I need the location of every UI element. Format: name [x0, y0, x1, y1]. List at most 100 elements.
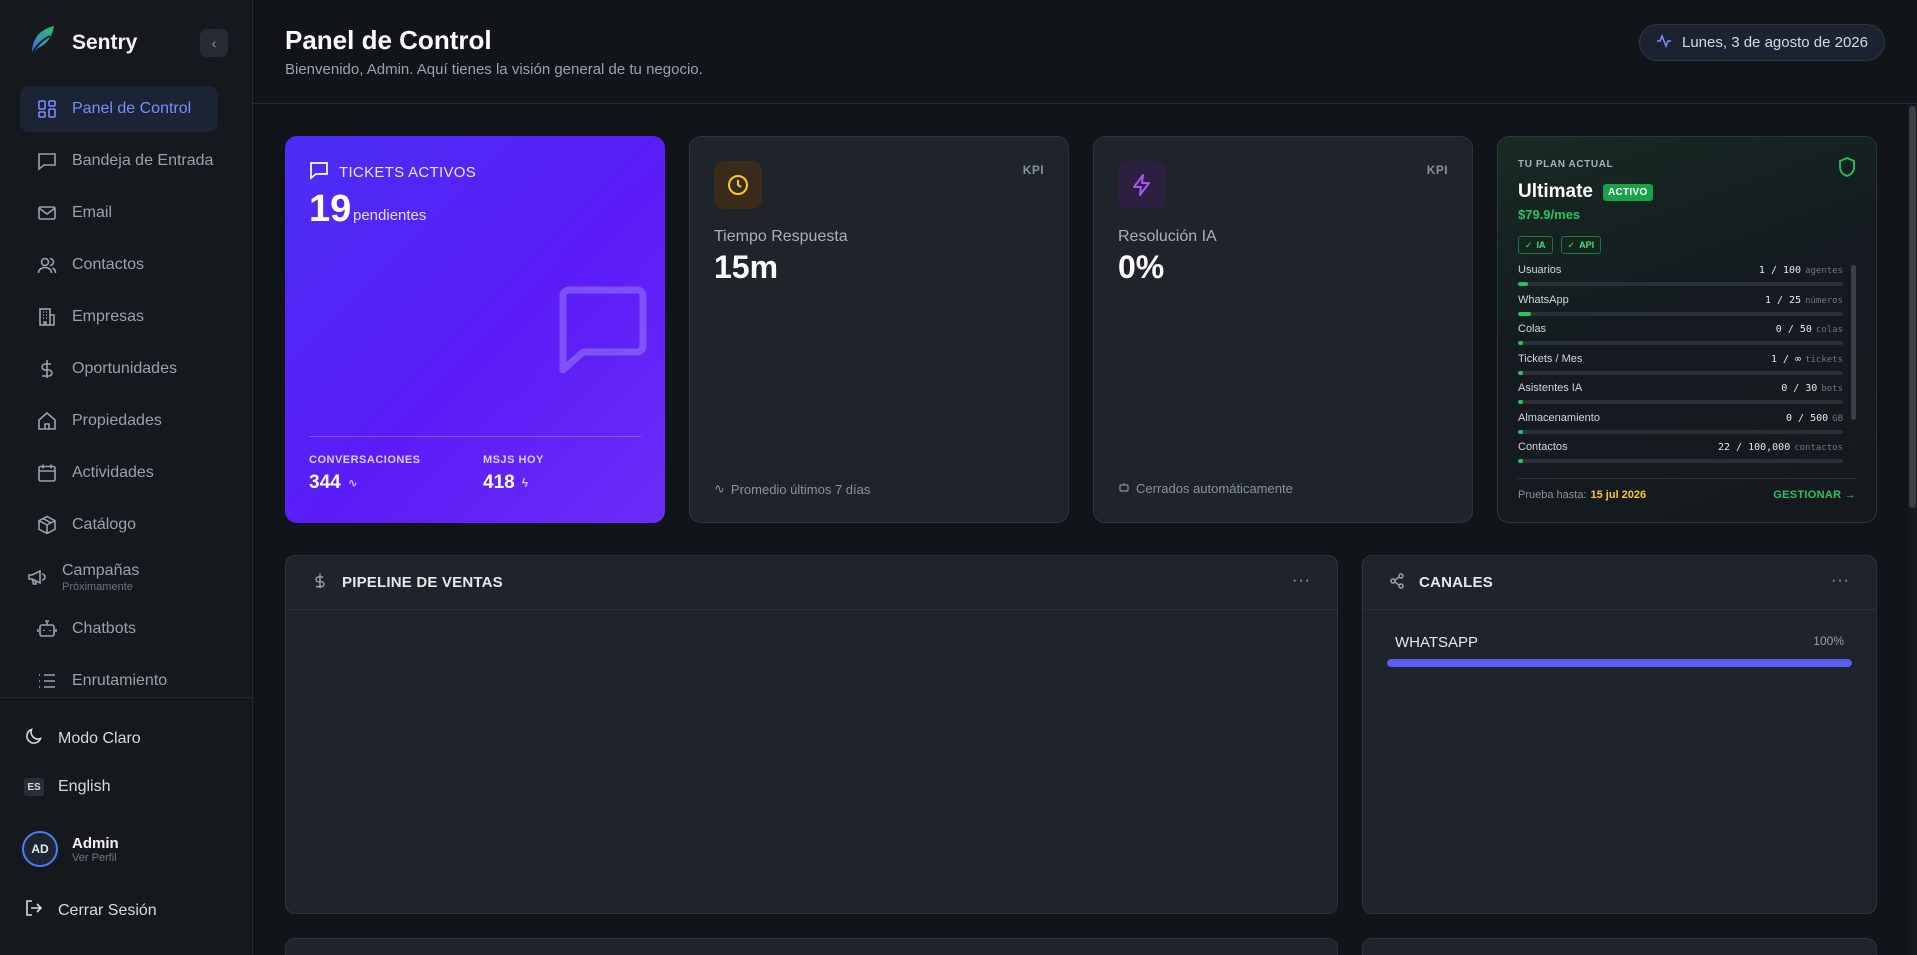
- manage-plan-link[interactable]: GESTIONAR →: [1773, 489, 1856, 501]
- kpi-badge: KPI: [1426, 163, 1448, 177]
- page-header: Panel de Control Bienvenido, Admin. Aquí…: [253, 0, 1917, 104]
- usage-label: WhatsApp: [1518, 293, 1569, 306]
- user-info: Admin Ver Perfil: [72, 835, 119, 864]
- usage-value: 0 / 30 bots: [1781, 383, 1843, 394]
- tickets-card[interactable]: TICKETS ACTIVOS 19 pendientes CONVERSACI…: [285, 136, 665, 523]
- sidebar-item-panel-de-control[interactable]: Panel de Control: [20, 86, 218, 132]
- status-badge: ACTIVO: [1602, 183, 1653, 201]
- home-icon: [36, 410, 58, 432]
- usage-value: 0 / 50 colas: [1776, 324, 1843, 335]
- language-toggle-button[interactable]: ES English: [24, 778, 110, 796]
- sidebar-item-campanas[interactable]: Campañas Próximamente: [20, 554, 218, 600]
- sidebar-item-label: Oportunidades: [72, 360, 177, 377]
- kpi-value: 0%: [1118, 249, 1165, 285]
- bot-icon: [36, 618, 58, 640]
- panel-title: CANALES: [1419, 574, 1493, 591]
- sidebar-nav: Panel de Control Bandeja de Entrada Emai…: [20, 86, 218, 710]
- brand[interactable]: Sentry: [28, 24, 137, 61]
- more-menu-button[interactable]: ···: [1831, 572, 1850, 590]
- kpi-card-response-time[interactable]: KPI Tiempo Respuesta 15m ∿ Promedio últi…: [689, 136, 1069, 523]
- activity-icon: ∿: [714, 481, 725, 496]
- language-code: ES: [24, 778, 44, 796]
- usage-count: 0 / 50: [1775, 324, 1812, 335]
- sidebar-item-empresas[interactable]: Empresas: [20, 294, 218, 340]
- usage-header: Contactos 22 / 100,000 contactos: [1518, 441, 1843, 453]
- sidebar-item-email[interactable]: Email: [20, 190, 218, 236]
- usage-label: Asistentes IA: [1518, 382, 1583, 394]
- feature-tag: ✓ API: [1560, 236, 1602, 254]
- usage-progress-fill: [1518, 282, 1528, 286]
- usage-header: Asistentes IA 0 / 30 bots: [1518, 382, 1843, 394]
- usage-label: Almacenamiento: [1518, 411, 1600, 424]
- view-profile-link[interactable]: Ver Perfil: [72, 852, 119, 864]
- user-profile[interactable]: AD Admin Ver Perfil: [22, 831, 119, 867]
- users-icon: [36, 254, 58, 276]
- trial-label: Prueba hasta:: [1518, 489, 1587, 501]
- usage-list[interactable]: Usuarios 1 / 100 agentes WhatsApp 1 / 25 núme…: [1518, 264, 1843, 471]
- calendar-icon: [36, 462, 58, 484]
- sidebar-item-propiedades[interactable]: Propiedades: [20, 398, 218, 444]
- usage-header: Almacenamiento 0 / 500 GB: [1518, 412, 1843, 424]
- panel-header: CANALES: [1363, 556, 1876, 610]
- feature-tag: ✓ IA: [1518, 236, 1553, 254]
- plan-card: TU PLAN ACTUAL Ultimate ACTIVO $79.9/mes…: [1497, 136, 1877, 523]
- plan-features: ✓ IA ✓ API: [1518, 236, 1602, 254]
- trial-date: 15 jul 2026: [1590, 489, 1647, 501]
- divider: [309, 436, 641, 437]
- sidebar-item-label: Chatbots: [72, 620, 137, 637]
- scrollbar-thumb[interactable]: [1909, 106, 1916, 508]
- usage-progress-bar: [1518, 311, 1843, 316]
- panel-title: PIPELINE DE VENTAS: [342, 574, 503, 591]
- theme-toggle-button[interactable]: Modo Claro: [24, 726, 141, 751]
- sidebar-item-label: Catálogo: [72, 516, 137, 533]
- dollar-icon: [36, 358, 58, 380]
- sidebar-item-bandeja-de-entrada[interactable]: Bandeja de Entrada: [20, 138, 218, 184]
- kpi-footer: ∿ Promedio últimos 7 días: [714, 481, 870, 497]
- brand-name: Sentry: [72, 30, 138, 54]
- check-icon: ✓: [1525, 239, 1533, 250]
- usage-row: Tickets / Mes 1 / ∞ tickets: [1518, 353, 1843, 383]
- stat-label: MSJS HOY: [483, 454, 544, 466]
- more-menu-button[interactable]: ···: [1292, 572, 1311, 590]
- sidebar-item-label: Panel de Control: [72, 100, 192, 117]
- channel-progress-bar: [1387, 659, 1852, 667]
- feature-tag-label: IA: [1536, 240, 1546, 250]
- lower-panel-right: [1362, 938, 1877, 955]
- plan-kicker: TU PLAN ACTUAL: [1518, 159, 1614, 170]
- sidebar-item-sub: Próximamente: [62, 580, 133, 593]
- sidebar-item-label: Email: [72, 204, 113, 221]
- sidebar-item-label: Propiedades: [72, 412, 162, 429]
- kpi-card-ai-resolution[interactable]: KPI Resolución IA 0% Cerrados automática…: [1093, 136, 1473, 523]
- tickets-count: 19: [309, 188, 352, 230]
- message-icon: [309, 160, 329, 184]
- sidebar-item-oportunidades[interactable]: Oportunidades: [20, 346, 218, 392]
- usage-label: Contactos: [1518, 441, 1568, 453]
- channel-percent: 100%: [1813, 634, 1844, 648]
- package-icon: [36, 514, 58, 536]
- usage-value: 1 / 25 números: [1765, 295, 1843, 306]
- share-icon: [1389, 572, 1405, 593]
- collapse-sidebar-button[interactable]: ‹: [200, 29, 228, 57]
- sidebar-item-chatbots[interactable]: Chatbots: [20, 606, 218, 652]
- sidebar-item-catalogo[interactable]: Catálogo: [20, 502, 218, 548]
- sidebar-item-label: Campañas: [62, 561, 140, 579]
- sidebar-item-actividades[interactable]: Actividades: [20, 450, 218, 496]
- usage-count: 1 / 100: [1758, 265, 1802, 276]
- page-subtitle: Bienvenido, Admin. Aquí tienes la visión…: [285, 61, 703, 78]
- stat-value: 344: [309, 472, 341, 493]
- page-title: Panel de Control: [285, 25, 492, 55]
- sidebar-item-campanas-text: Campañas Próximamente: [62, 562, 139, 593]
- usage-count: 1 / ∞: [1770, 353, 1802, 365]
- usage-header: Tickets / Mes 1 / ∞ tickets: [1518, 353, 1843, 365]
- kpi-footer: Cerrados automáticamente: [1118, 481, 1293, 496]
- usage-row: Asistentes IA 0 / 30 bots: [1518, 382, 1843, 412]
- main-scrollbar[interactable]: [1908, 104, 1917, 955]
- language-label: English: [58, 778, 111, 795]
- stat-value-row: 418 ϟ: [483, 472, 544, 494]
- sidebar-item-contactos[interactable]: Contactos: [20, 242, 218, 288]
- logout-button[interactable]: Cerrar Sesión: [24, 898, 157, 923]
- usage-value: 22 / 100,000 contactos: [1718, 442, 1843, 453]
- scrollbar[interactable]: [1851, 265, 1856, 420]
- message-watermark-icon: [557, 286, 649, 379]
- usage-count: 0 / 500: [1786, 412, 1829, 424]
